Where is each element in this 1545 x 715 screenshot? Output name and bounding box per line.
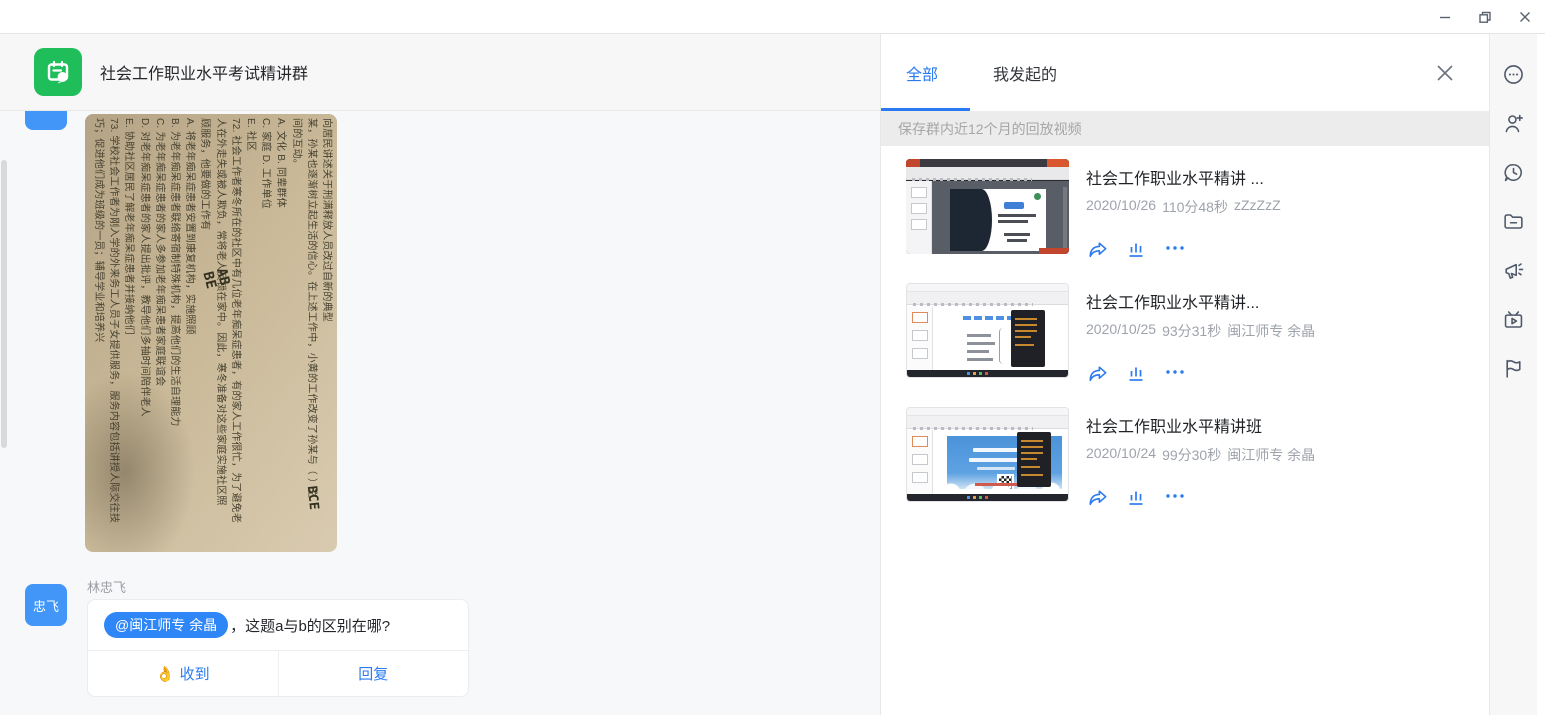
active-tab-underline bbox=[881, 108, 970, 111]
reply-button[interactable]: 回复 bbox=[278, 651, 469, 696]
ack-label: 收到 bbox=[180, 663, 210, 684]
video-title: 社会工作职业水平精讲... bbox=[1086, 289, 1472, 313]
stats-icon[interactable] bbox=[1125, 486, 1147, 506]
photo-message[interactable]: 向居民讲述关于刑满释放人员改过自新的典型 某，孙某也逐渐树立起生活的信心。在上述… bbox=[85, 114, 337, 552]
avatar[interactable] bbox=[25, 111, 67, 130]
share-icon[interactable] bbox=[1086, 362, 1108, 382]
video-uploader: 闽江师专 余晶 bbox=[1227, 445, 1315, 465]
group-title: 社会工作职业水平考试精讲群 bbox=[100, 60, 308, 84]
side-toolbar bbox=[1489, 34, 1537, 715]
replay-panel: 全部 我发起的 保存群内近12个月的回放视频 bbox=[880, 34, 1489, 715]
video-uploader: zZzZzZ bbox=[1234, 197, 1281, 217]
tab-all[interactable]: 全部 bbox=[881, 34, 970, 111]
tab-mine[interactable]: 我发起的 bbox=[993, 34, 1057, 111]
video-list-item[interactable]: 社会工作职业水平精讲班 2020/10/24 99分30秒 闽江师专 余晶 bbox=[881, 407, 1489, 531]
folder-icon[interactable] bbox=[1502, 209, 1526, 233]
share-icon[interactable] bbox=[1086, 486, 1108, 506]
replay-video-icon[interactable] bbox=[1502, 307, 1526, 331]
close-panel-button[interactable] bbox=[1434, 62, 1456, 84]
video-duration: 93分31秒 bbox=[1162, 321, 1221, 341]
video-meta: 2020/10/24 99分30秒 闽江师专 余晶 bbox=[1086, 445, 1472, 465]
video-duration: 110分48秒 bbox=[1162, 197, 1228, 217]
close-icon bbox=[1518, 10, 1532, 24]
message-bubble: @闽江师专 余晶 ，这题a与b的区别在哪? 👌 收到 回复 bbox=[87, 599, 469, 697]
more-icon[interactable] bbox=[1164, 486, 1186, 506]
chat-scrollbar[interactable] bbox=[1, 160, 7, 448]
announcement-icon[interactable] bbox=[1502, 258, 1526, 282]
close-window-button[interactable] bbox=[1505, 3, 1545, 31]
message-text: ，这题a与b的区别在哪? bbox=[230, 615, 390, 636]
video-list: 社会工作职业水平精讲 ... 2020/10/26 110分48秒 zZzZzZ bbox=[881, 146, 1489, 531]
titlebar bbox=[0, 0, 1545, 33]
video-thumbnail[interactable] bbox=[906, 283, 1069, 378]
minimize-icon bbox=[1438, 10, 1452, 24]
group-calendar-icon bbox=[34, 48, 82, 96]
video-uploader: 闽江师专 余晶 bbox=[1227, 321, 1315, 341]
share-icon[interactable] bbox=[1086, 238, 1108, 258]
tab-mine-label: 我发起的 bbox=[993, 61, 1057, 85]
ok-hand-emoji-icon: 👌 bbox=[156, 665, 175, 683]
video-date: 2020/10/26 bbox=[1086, 197, 1156, 217]
video-meta: 2020/10/25 93分31秒 闽江师专 余晶 bbox=[1086, 321, 1472, 341]
tab-all-label: 全部 bbox=[906, 61, 938, 85]
reply-label: 回复 bbox=[358, 663, 388, 684]
flag-icon[interactable] bbox=[1502, 356, 1526, 380]
restore-button[interactable] bbox=[1465, 3, 1505, 31]
video-title: 社会工作职业水平精讲 ... bbox=[1086, 165, 1472, 189]
video-list-item[interactable]: 社会工作职业水平精讲... 2020/10/25 93分31秒 闽江师专 余晶 bbox=[881, 283, 1489, 407]
minimize-button[interactable] bbox=[1425, 3, 1465, 31]
more-icon[interactable] bbox=[1164, 362, 1186, 382]
video-title: 社会工作职业水平精讲班 bbox=[1086, 413, 1472, 437]
video-date: 2020/10/25 bbox=[1086, 321, 1156, 341]
app-window: 社会工作职业水平考试精讲群 向居民讲述关于刑满释放人员改过自新的典型 某，孙某也… bbox=[0, 0, 1545, 715]
close-icon bbox=[1434, 62, 1456, 84]
video-meta: 2020/10/26 110分48秒 zZzZzZ bbox=[1086, 197, 1472, 217]
stats-icon[interactable] bbox=[1125, 362, 1147, 382]
exam-page-annotations bbox=[88, 118, 334, 548]
more-circle-icon[interactable] bbox=[1502, 62, 1526, 86]
video-thumbnail[interactable] bbox=[906, 407, 1069, 502]
video-thumbnail[interactable] bbox=[906, 159, 1069, 254]
add-member-icon[interactable] bbox=[1502, 111, 1526, 135]
retention-notice: 保存群内近12个月的回放视频 bbox=[881, 111, 1489, 146]
video-date: 2020/10/24 bbox=[1086, 445, 1156, 465]
sender-name: 林忠飞 bbox=[87, 577, 126, 596]
video-list-item[interactable]: 社会工作职业水平精讲 ... 2020/10/26 110分48秒 zZzZzZ bbox=[881, 159, 1489, 283]
replay-tabs-header: 全部 我发起的 bbox=[881, 34, 1489, 111]
video-duration: 99分30秒 bbox=[1162, 445, 1221, 465]
more-icon[interactable] bbox=[1164, 238, 1186, 258]
chat-header: 社会工作职业水平考试精讲群 bbox=[0, 34, 880, 111]
chat-message-list: 向居民讲述关于刑满释放人员改过自新的典型 某，孙某也逐渐树立起生活的信心。在上述… bbox=[0, 111, 880, 715]
avatar[interactable]: 忠飞 bbox=[25, 584, 67, 626]
chat-pane: 社会工作职业水平考试精讲群 向居民讲述关于刑满释放人员改过自新的典型 某，孙某也… bbox=[0, 34, 880, 715]
ack-button[interactable]: 👌 收到 bbox=[88, 651, 278, 696]
restore-icon bbox=[1478, 10, 1492, 24]
chat-history-icon[interactable] bbox=[1502, 160, 1526, 184]
stats-icon[interactable] bbox=[1125, 238, 1147, 258]
mention-chip[interactable]: @闽江师专 余晶 bbox=[104, 612, 228, 638]
